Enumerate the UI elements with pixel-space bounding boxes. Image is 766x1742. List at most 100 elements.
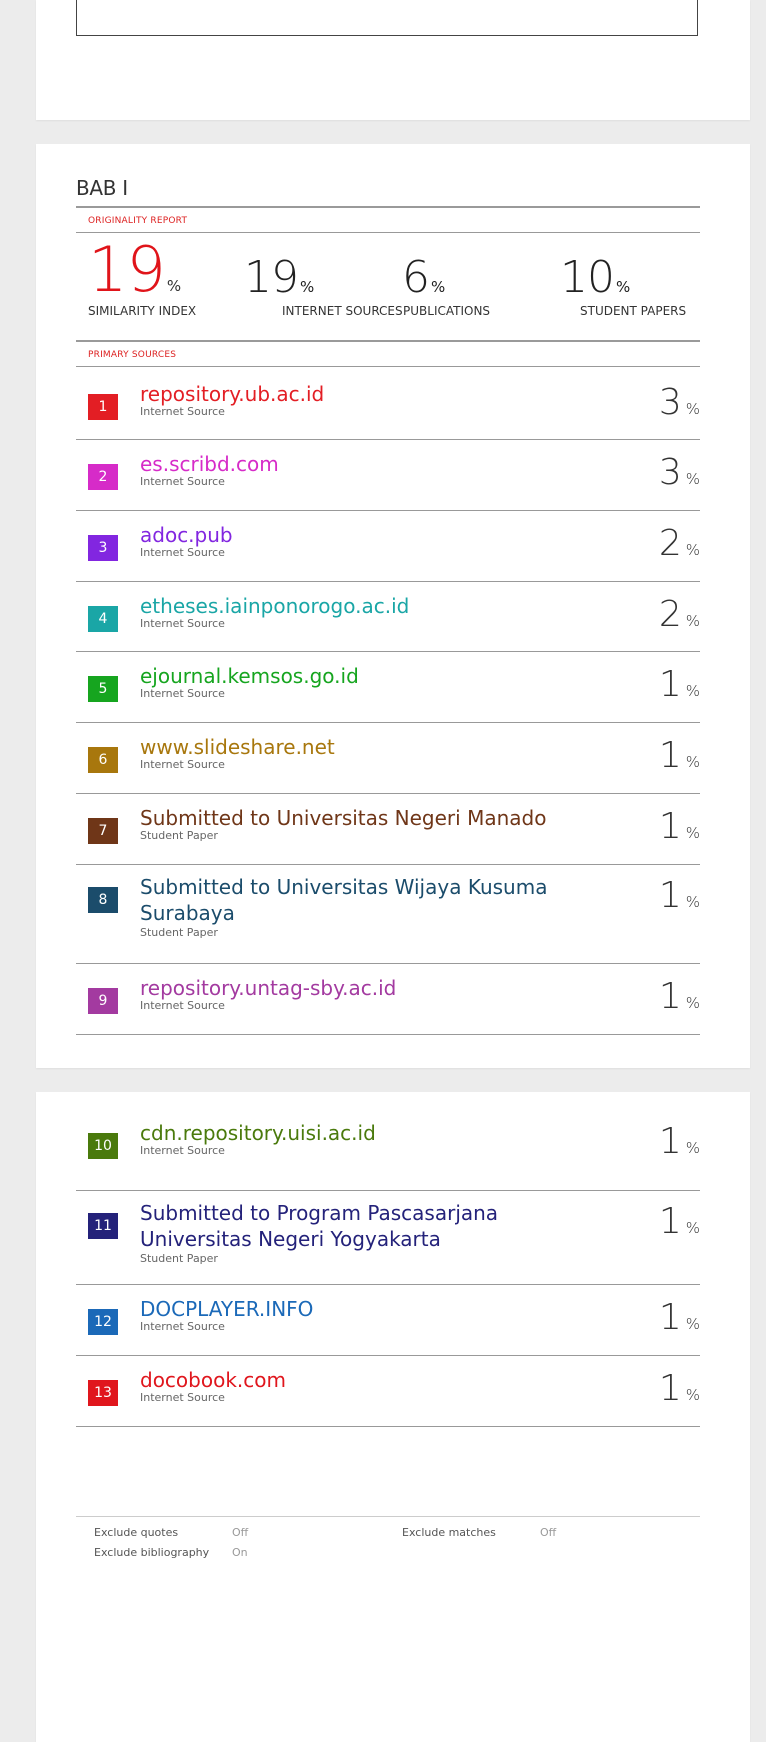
source-number-badge: 13: [88, 1380, 118, 1406]
source-number-badge: 11: [88, 1213, 118, 1239]
source-percentage: 2%: [659, 597, 700, 639]
source-name-link[interactable]: cdn.repository.uisi.ac.id: [140, 1120, 570, 1146]
source-percentage-value: 2: [658, 523, 682, 564]
source-name-link[interactable]: repository.untag-sby.ac.id: [140, 975, 570, 1001]
source-percentage: 3%: [659, 385, 700, 427]
previous-page: [36, 0, 750, 120]
primary-sources-label: PRIMARY SOURCES: [88, 350, 177, 360]
student-papers-stat: 10% STUDENT PAPERS: [560, 256, 686, 319]
source-name-link[interactable]: Submitted to Universitas Wijaya Kusuma S…: [140, 874, 570, 926]
similarity-index-stat: 19% SIMILARITY INDEX: [88, 239, 196, 319]
source-percentage-value: 1: [658, 1297, 682, 1338]
source-row: 4 etheses.iainponorogo.ac.id Internet Sour…: [76, 581, 700, 652]
source-row: 12 DOCPLAYER.INFO Internet Source 1%: [76, 1284, 700, 1356]
source-row: 11 Submitted to Program Pascasarjana Univ…: [76, 1190, 700, 1285]
pct-symbol: %: [685, 612, 700, 630]
source-number-badge: 8: [88, 887, 118, 913]
source-percentage-value: 1: [658, 976, 682, 1017]
source-percentage-value: 1: [658, 875, 682, 916]
source-percentage: 1%: [659, 738, 700, 780]
source-percentage: 1%: [659, 809, 700, 851]
source-name-link[interactable]: repository.ub.ac.id: [140, 381, 570, 407]
source-type: Internet Source: [140, 405, 225, 418]
pct-symbol: %: [685, 994, 700, 1012]
source-name-link[interactable]: Submitted to Universitas Negeri Manado: [140, 805, 570, 831]
source-percentage-value: 1: [658, 1368, 682, 1409]
source-percentage: 1%: [659, 1124, 700, 1166]
source-percentage-value: 1: [658, 1121, 682, 1162]
source-row: 6 www.slideshare.net Internet Source 1%: [76, 722, 700, 794]
source-type: Student Paper: [140, 926, 218, 939]
similarity-index-label: SIMILARITY INDEX: [88, 304, 197, 318]
source-percentage-value: 1: [658, 1201, 682, 1242]
exclude-quotes-value: Off: [232, 1526, 249, 1539]
source-name-link[interactable]: docobook.com: [140, 1367, 570, 1393]
pct-symbol: %: [685, 541, 700, 559]
source-percentage-value: 2: [658, 594, 682, 635]
source-type: Student Paper: [140, 829, 218, 842]
pct-symbol: %: [685, 1386, 700, 1404]
source-number-badge: 3: [88, 535, 118, 561]
source-number-badge: 5: [88, 676, 118, 702]
source-percentage: 1%: [659, 979, 700, 1021]
source-row: 1 repository.ub.ac.id Internet Source 3%: [76, 369, 700, 440]
pct-symbol: %: [685, 400, 700, 418]
pct-symbol: %: [685, 753, 700, 771]
document-title: BAB I: [76, 176, 128, 200]
publications-label: PUBLICATIONS: [403, 304, 491, 318]
source-percentage: 2%: [659, 526, 700, 568]
source-number-badge: 6: [88, 747, 118, 773]
source-number-badge: 1: [88, 394, 118, 420]
source-number-badge: 9: [88, 988, 118, 1014]
source-percentage: 1%: [659, 1300, 700, 1342]
source-row: 8 Submitted to Universitas Wijaya Kusuma …: [76, 864, 700, 964]
source-number-badge: 12: [88, 1309, 118, 1335]
source-type: Internet Source: [140, 758, 225, 771]
source-name-link[interactable]: es.scribd.com: [140, 451, 570, 477]
source-percentage-value: 1: [658, 806, 682, 847]
report-continuation-page: 10 cdn.repository.uisi.ac.id Internet Sour…: [36, 1092, 750, 1742]
internet-sources-stat: 19% INTERNET SOURCES: [244, 256, 403, 319]
source-row: 13 docobook.com Internet Source 1%: [76, 1355, 700, 1427]
source-type: Internet Source: [140, 546, 225, 559]
source-percentage: 1%: [659, 1204, 700, 1246]
originality-report-label: ORIGINALITY REPORT: [88, 216, 188, 226]
source-name-link[interactable]: Submitted to Program Pascasarjana Univer…: [140, 1200, 570, 1252]
title-divider: [76, 206, 700, 208]
source-name-link[interactable]: DOCPLAYER.INFO: [140, 1296, 570, 1322]
pct-symbol: %: [685, 824, 700, 842]
source-type: Internet Source: [140, 475, 225, 488]
source-row: 2 es.scribd.com Internet Source 3%: [76, 439, 700, 511]
source-number-badge: 7: [88, 818, 118, 844]
source-name-link[interactable]: adoc.pub: [140, 522, 570, 548]
source-name-link[interactable]: www.slideshare.net: [140, 734, 570, 760]
source-row: 5 ejournal.kemsos.go.id Internet Source 1%: [76, 651, 700, 723]
source-percentage: 3%: [659, 455, 700, 497]
report-page: BAB I ORIGINALITY REPORT 19% SIMILARITY …: [36, 144, 750, 1068]
footer-divider: [76, 1516, 700, 1517]
pct-symbol: %: [685, 1139, 700, 1157]
student-papers-label: STUDENT PAPERS: [580, 304, 687, 318]
originality-divider: [76, 232, 700, 233]
source-number-badge: 2: [88, 464, 118, 490]
source-number-badge: 4: [88, 606, 118, 632]
pct-symbol: %: [685, 1219, 700, 1237]
source-type: Internet Source: [140, 617, 225, 630]
pct-symbol: %: [685, 470, 700, 488]
primary-sources-divider: [76, 366, 700, 367]
source-percentage: 1%: [659, 667, 700, 709]
source-type: Student Paper: [140, 1252, 218, 1265]
internet-sources-value: 19: [244, 252, 299, 303]
source-type: Internet Source: [140, 999, 225, 1012]
source-percentage-value: 1: [658, 735, 682, 776]
source-type: Internet Source: [140, 1320, 225, 1333]
source-type: Internet Source: [140, 1144, 225, 1157]
exclude-matches-label: Exclude matches: [402, 1526, 496, 1539]
source-row: 3 adoc.pub Internet Source 2%: [76, 510, 700, 582]
pct-symbol: %: [685, 893, 700, 911]
source-percentage-value: 3: [658, 382, 682, 423]
source-name-link[interactable]: etheses.iainponorogo.ac.id: [140, 593, 570, 619]
source-name-link[interactable]: ejournal.kemsos.go.id: [140, 663, 570, 689]
student-papers-value: 10: [560, 252, 615, 303]
source-type: Internet Source: [140, 1391, 225, 1404]
